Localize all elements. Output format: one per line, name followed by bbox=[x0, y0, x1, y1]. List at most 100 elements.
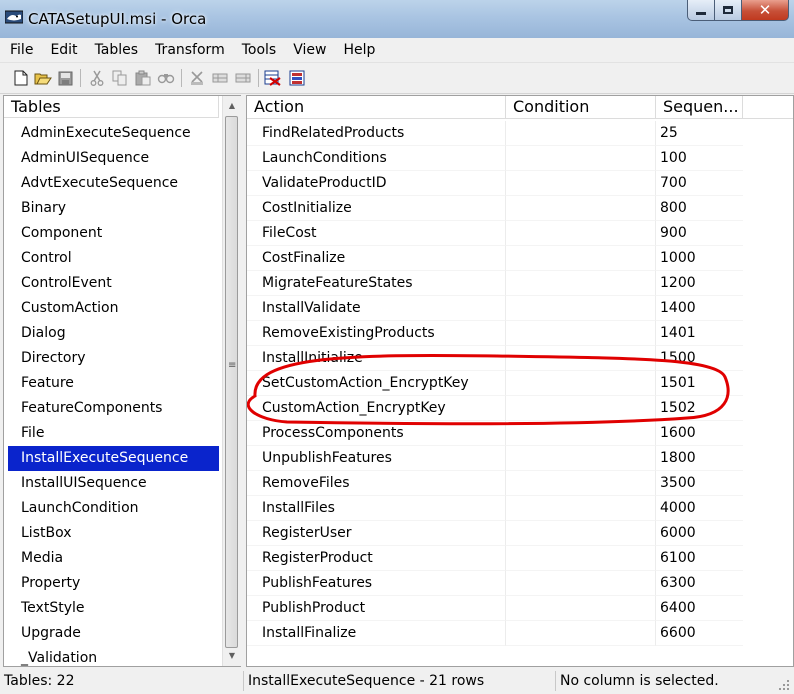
cell-action[interactable]: FileCost bbox=[247, 221, 506, 246]
cell-condition[interactable] bbox=[506, 146, 656, 171]
copy-icon[interactable] bbox=[111, 69, 129, 87]
paste-icon[interactable] bbox=[134, 69, 152, 87]
table-list-item[interactable]: _Validation bbox=[4, 646, 219, 666]
table-list-item[interactable]: CustomAction bbox=[4, 296, 219, 321]
table-list-item[interactable]: Media bbox=[4, 546, 219, 571]
table-row[interactable]: InstallValidate 1400 bbox=[247, 296, 743, 321]
table-row[interactable]: InstallFinalize 6600 bbox=[247, 621, 743, 646]
cell-action[interactable]: InstallValidate bbox=[247, 296, 506, 321]
cell-condition[interactable] bbox=[506, 546, 656, 571]
cell-condition[interactable] bbox=[506, 446, 656, 471]
table-row[interactable]: InstallInitialize 1500 bbox=[247, 346, 743, 371]
cell-sequence[interactable]: 1401 bbox=[656, 321, 743, 346]
cell-sequence[interactable]: 700 bbox=[656, 171, 743, 196]
table-row[interactable]: InstallFiles 4000 bbox=[247, 496, 743, 521]
cell-sequence[interactable]: 1600 bbox=[656, 421, 743, 446]
find-icon[interactable] bbox=[157, 69, 175, 87]
cell-action[interactable]: CostInitialize bbox=[247, 196, 506, 221]
open-folder-icon[interactable] bbox=[34, 69, 52, 87]
cell-condition[interactable] bbox=[506, 271, 656, 296]
cell-action[interactable]: LaunchConditions bbox=[247, 146, 506, 171]
table-list-item[interactable]: Property bbox=[4, 571, 219, 596]
new-file-icon[interactable] bbox=[12, 69, 30, 87]
tables-scrollbar[interactable]: ▲ ≡ ▼ bbox=[222, 96, 241, 666]
save-icon[interactable] bbox=[56, 69, 74, 87]
cell-condition[interactable] bbox=[506, 496, 656, 521]
cell-condition[interactable] bbox=[506, 346, 656, 371]
cell-action[interactable]: RemoveFiles bbox=[247, 471, 506, 496]
cell-condition[interactable] bbox=[506, 421, 656, 446]
table-list-item[interactable]: FeatureComponents bbox=[4, 396, 219, 421]
cell-action[interactable]: UnpublishFeatures bbox=[247, 446, 506, 471]
cell-condition[interactable] bbox=[506, 396, 656, 421]
table-row[interactable]: PublishProduct 6400 bbox=[247, 596, 743, 621]
minimize-button[interactable] bbox=[687, 0, 715, 21]
cell-sequence[interactable]: 1500 bbox=[656, 346, 743, 371]
table-list-item[interactable]: AdminUISequence bbox=[4, 146, 219, 171]
cell-condition[interactable] bbox=[506, 221, 656, 246]
table-list-item[interactable]: Component bbox=[4, 221, 219, 246]
cell-condition[interactable] bbox=[506, 596, 656, 621]
table-row[interactable]: ValidateProductID 700 bbox=[247, 171, 743, 196]
menu-edit[interactable]: Edit bbox=[41, 42, 85, 58]
cell-action[interactable]: ValidateProductID bbox=[247, 171, 506, 196]
cell-action[interactable]: SetCustomAction_EncryptKey bbox=[247, 371, 506, 396]
table-row[interactable]: PublishFeatures 6300 bbox=[247, 571, 743, 596]
cell-sequence[interactable]: 4000 bbox=[656, 496, 743, 521]
cell-condition[interactable] bbox=[506, 246, 656, 271]
cell-sequence[interactable]: 1000 bbox=[656, 246, 743, 271]
add-table-icon[interactable] bbox=[188, 69, 206, 87]
cell-action[interactable]: PublishFeatures bbox=[247, 571, 506, 596]
cell-sequence[interactable]: 800 bbox=[656, 196, 743, 221]
cell-condition[interactable] bbox=[506, 171, 656, 196]
cell-condition[interactable] bbox=[506, 471, 656, 496]
table-list-item[interactable]: TextStyle bbox=[4, 596, 219, 621]
cell-condition[interactable] bbox=[506, 621, 656, 646]
table-row[interactable]: ProcessComponents 1600 bbox=[247, 421, 743, 446]
title-bar[interactable]: CATASetupUI.msi - Orca ✕ bbox=[0, 0, 794, 38]
table-list-item[interactable]: File bbox=[4, 421, 219, 446]
column-header-sequence[interactable]: Sequen... bbox=[656, 96, 743, 118]
table-row[interactable]: CostFinalize 1000 bbox=[247, 246, 743, 271]
menu-tools[interactable]: Tools bbox=[233, 42, 285, 58]
cell-condition[interactable] bbox=[506, 321, 656, 346]
table-list-item[interactable]: InstallExecuteSequence bbox=[8, 446, 219, 471]
table-row[interactable]: SetCustomAction_EncryptKey 1501 bbox=[247, 371, 743, 396]
cell-condition[interactable] bbox=[506, 196, 656, 221]
cell-action[interactable]: InstallFinalize bbox=[247, 621, 506, 646]
close-button[interactable]: ✕ bbox=[742, 0, 789, 21]
cell-sequence[interactable]: 6100 bbox=[656, 546, 743, 571]
cell-action[interactable]: RemoveExistingProducts bbox=[247, 321, 506, 346]
table-row[interactable]: MigrateFeatureStates 1200 bbox=[247, 271, 743, 296]
cell-sequence[interactable]: 6300 bbox=[656, 571, 743, 596]
menu-tables[interactable]: Tables bbox=[86, 42, 147, 58]
cell-action[interactable]: InstallInitialize bbox=[247, 346, 506, 371]
cell-action[interactable]: MigrateFeatureStates bbox=[247, 271, 506, 296]
scroll-down-button[interactable]: ▼ bbox=[223, 646, 241, 664]
cell-sequence[interactable]: 1501 bbox=[656, 371, 743, 396]
cell-action[interactable]: RegisterProduct bbox=[247, 546, 506, 571]
cell-sequence[interactable]: 1400 bbox=[656, 296, 743, 321]
add-row-icon[interactable] bbox=[234, 69, 252, 87]
cell-action[interactable]: FindRelatedProducts bbox=[247, 121, 506, 146]
cell-action[interactable]: CostFinalize bbox=[247, 246, 506, 271]
cell-sequence[interactable]: 1800 bbox=[656, 446, 743, 471]
cell-action[interactable]: RegisterUser bbox=[247, 521, 506, 546]
table-list-item[interactable]: Control bbox=[4, 246, 219, 271]
table-list-item[interactable]: LaunchCondition bbox=[4, 496, 219, 521]
menu-file[interactable]: File bbox=[0, 42, 41, 58]
cell-condition[interactable] bbox=[506, 296, 656, 321]
table-list-item[interactable]: Directory bbox=[4, 346, 219, 371]
table-row[interactable]: RegisterUser 6000 bbox=[247, 521, 743, 546]
table-row[interactable]: UnpublishFeatures 1800 bbox=[247, 446, 743, 471]
resize-grip-icon[interactable] bbox=[778, 679, 790, 691]
cell-sequence[interactable]: 900 bbox=[656, 221, 743, 246]
table-row[interactable]: CostInitialize 800 bbox=[247, 196, 743, 221]
menu-transform[interactable]: Transform bbox=[146, 42, 233, 58]
cell-condition[interactable] bbox=[506, 571, 656, 596]
cell-sequence[interactable]: 6000 bbox=[656, 521, 743, 546]
cell-action[interactable]: ProcessComponents bbox=[247, 421, 506, 446]
cell-sequence[interactable]: 1502 bbox=[656, 396, 743, 421]
tables-header[interactable]: Tables bbox=[4, 96, 219, 118]
cell-sequence[interactable]: 25 bbox=[656, 121, 743, 146]
